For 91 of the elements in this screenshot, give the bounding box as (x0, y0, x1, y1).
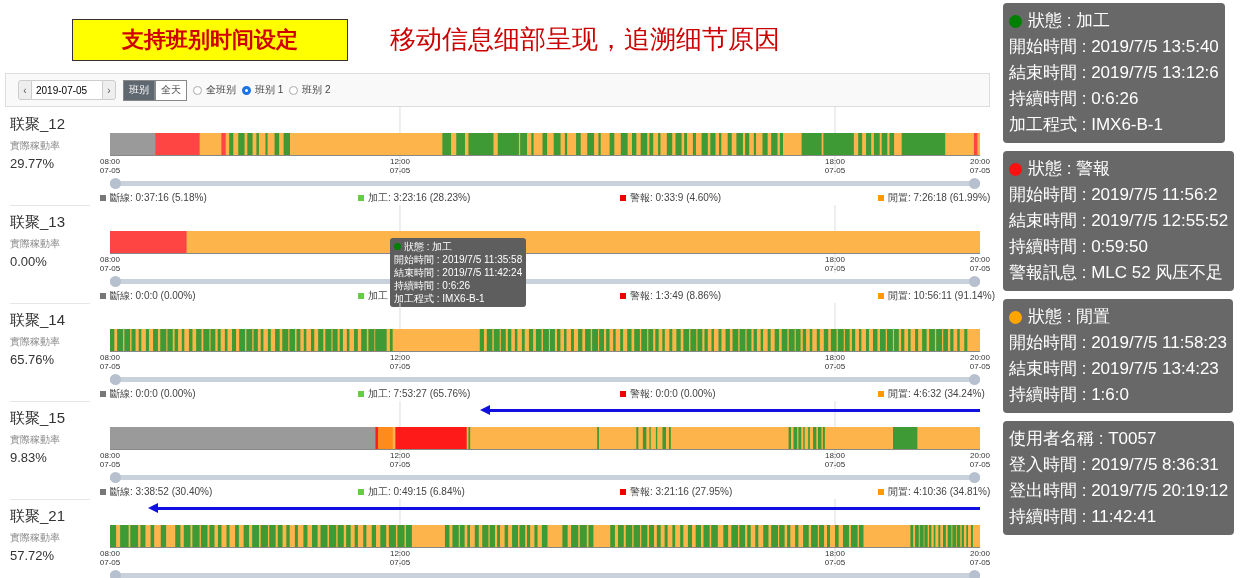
rate-label: 實際稼動率 (10, 531, 61, 545)
legend-label: 警報: 1:3:49 (8.86%) (630, 289, 722, 303)
status-timeline[interactable] (110, 329, 980, 352)
axis-tick-label: 20:00 07-05 (969, 451, 991, 469)
panel-line: 警報訊息 : MLC 52 风压不足 (1009, 262, 1225, 284)
legend-label: 閒置: 4:10:36 (34.81%) (888, 485, 991, 499)
status-timeline[interactable] (110, 525, 980, 548)
machine-name: 联聚_15 (10, 409, 67, 428)
axis-tick-label: 18:00 07-05 (824, 157, 846, 175)
mode-toggle[interactable]: 全天 (155, 79, 187, 101)
legend-label: 加工: 3:23:16 (28.23%) (368, 191, 471, 205)
rate-label: 實際稼動率 (10, 139, 61, 153)
axis-tick-label: 20:00 07-05 (969, 549, 991, 567)
machine-name: 联聚_12 (10, 115, 67, 134)
axis-tick-label: 08:00 07-05 (99, 255, 121, 273)
legend-label: 斷線: 0:0:0 (0.00%) (110, 387, 196, 401)
rate-value: 29.77% (10, 156, 56, 171)
previous-day-button[interactable]: ‹ (18, 80, 32, 100)
axis-tick-label: 20:00 07-05 (969, 353, 991, 371)
rate-value: 0.00% (10, 254, 48, 269)
tooltip-line: 加工程式 : IMX6-B-1 (394, 292, 486, 305)
legend-label: 警報: 3:21:16 (27.95%) (630, 485, 733, 499)
panel-line: 持續時間 : 11:42:41 (1009, 506, 1158, 528)
range-slider[interactable] (110, 570, 980, 578)
panel-line: 持續時間 : 1:6:0 (1009, 384, 1130, 406)
panel-line: 結束時間 : 2019/7/5 13:4:23 (1009, 358, 1220, 380)
shift-radio[interactable]: 全班别 (193, 83, 236, 97)
machine-name: 联聚_14 (10, 311, 67, 330)
banner-caption: 支持班别时间设定 (72, 18, 348, 61)
axis-tick-label: 08:00 07-05 (99, 157, 121, 175)
axis-tick-label: 18:00 07-05 (824, 549, 846, 567)
tooltip-line: 開始時間 : 2019/7/5 11:35:58 (394, 253, 523, 266)
axis-tick-label: 12:00 07-05 (389, 451, 411, 469)
panel-line: 登出時間 : 2019/7/5 20:19:12 (1009, 480, 1229, 502)
axis-tick-label: 08:00 07-05 (99, 451, 121, 469)
panel-title: 狀態 : 警報 (1028, 158, 1111, 180)
panel-line: 使用者名稱 : T0057 (1009, 428, 1158, 450)
axis-tick-label: 08:00 07-05 (99, 353, 121, 371)
axis-tick-label: 20:00 07-05 (969, 255, 991, 273)
legend-label: 閒置: 10:56:11 (91.14%) (888, 289, 996, 303)
tooltip-line: 結束時間 : 2019/7/5 11:42:24 (394, 266, 523, 279)
range-slider[interactable] (110, 472, 980, 483)
legend-label: 斷線: 3:38:52 (30.40%) (110, 485, 213, 499)
status-timeline[interactable] (110, 427, 980, 450)
legend-label: 加工 (368, 289, 388, 303)
legend-label: 警報: 0:0:0 (0.00%) (630, 387, 716, 401)
panel-title: 狀態 : 閒置 (1028, 306, 1111, 328)
legend-label: 斷線: 0:37:16 (5.18%) (110, 191, 207, 205)
rate-value: 9.83% (10, 450, 48, 465)
axis-tick-label: 18:00 07-05 (824, 255, 846, 273)
panel-line: 加工程式 : IMX6-B-1 (1009, 114, 1164, 136)
range-slider[interactable] (110, 374, 980, 385)
machine-name: 联聚_21 (10, 507, 67, 526)
rate-label: 實際稼動率 (10, 237, 61, 251)
panel-line: 結束時間 : 2019/7/5 12:55:52 (1009, 210, 1229, 232)
tooltip-title: 狀態 : 加工 (404, 240, 453, 253)
rate-label: 實際稼動率 (10, 335, 61, 349)
axis-tick-label: 20:00 07-05 (969, 157, 991, 175)
panel-line: 持續時間 : 0:6:26 (1009, 88, 1140, 110)
panel-line: 持續時間 : 0:59:50 (1009, 236, 1149, 258)
status-timeline[interactable] (110, 133, 980, 156)
axis-tick-label: 08:00 07-05 (99, 549, 121, 567)
panel-line: 開始時間 : 2019/7/5 13:5:40 (1009, 36, 1219, 58)
axis-tick-label: 12:00 07-05 (389, 353, 411, 371)
legend-label: 警報: 0:33:9 (4.60%) (630, 191, 722, 205)
date-field[interactable]: 2019-07-05 (32, 80, 102, 100)
panel-line: 結束時間 : 2019/7/5 13:12:6 (1009, 62, 1219, 84)
mode-toggle[interactable]: 班别 (123, 79, 155, 101)
rate-value: 65.76% (10, 352, 56, 367)
range-slider[interactable] (110, 178, 980, 189)
rate-value: 57.72% (10, 548, 56, 563)
axis-tick-label: 12:00 07-05 (389, 549, 411, 567)
panel-title: 狀態 : 加工 (1028, 10, 1111, 32)
axis-tick-label: 18:00 07-05 (824, 451, 846, 469)
shift-radio[interactable]: 班别 1 (242, 83, 284, 97)
next-day-button[interactable]: › (102, 80, 116, 100)
rate-label: 實際稼動率 (10, 433, 61, 447)
shift-radio[interactable]: 班别 2 (289, 83, 331, 97)
panel-line: 登入時間 : 2019/7/5 8:36:31 (1009, 454, 1220, 476)
legend-label: 閒置: 7:26:18 (61.99%) (888, 191, 991, 205)
headline: 移动信息细部呈现，追溯细节原因 (390, 23, 780, 56)
panel-line: 開始時間 : 2019/7/5 11:56:2 (1009, 184, 1219, 206)
legend-label: 閒置: 4:6:32 (34.24%) (888, 387, 985, 401)
axis-tick-label: 12:00 07-05 (389, 157, 411, 175)
legend-label: 加工: 7:53:27 (65.76%) (368, 387, 471, 401)
tooltip-line: 持續時間 : 0:6:26 (394, 279, 472, 292)
legend-label: 加工: 0:49:15 (6.84%) (368, 485, 465, 499)
panel-line: 開始時間 : 2019/7/5 11:58:23 (1009, 332, 1227, 354)
machine-name: 联聚_13 (10, 213, 67, 232)
axis-tick-label: 18:00 07-05 (824, 353, 846, 371)
legend-label: 斷線: 0:0:0 (0.00%) (110, 289, 196, 303)
